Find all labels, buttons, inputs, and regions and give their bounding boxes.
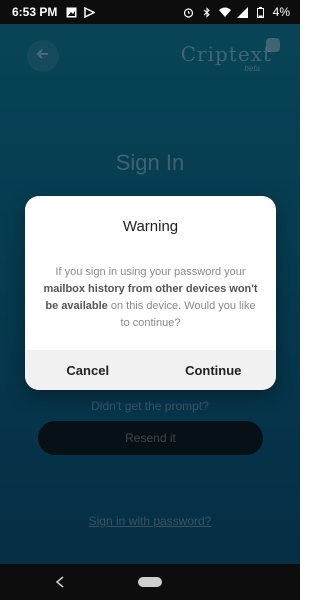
dialog-title: Warning — [122, 218, 179, 235]
wifi-icon — [218, 6, 231, 18]
status-time: 6:53 PM — [12, 5, 58, 19]
dialog-message-part-2: on this device. Would you like to contin… — [107, 300, 256, 329]
nav-back-icon[interactable] — [52, 574, 68, 590]
sign-in-screen: 6:53 PM 4% Criptext beta Sign In Didn't … — [0, 0, 300, 600]
dialog-message-part-1: If you sign in using your password your — [55, 266, 246, 278]
signal-icon — [237, 6, 249, 18]
battery-icon — [255, 6, 267, 18]
warning-dialog: Warning If you sign in using your passwo… — [25, 196, 276, 390]
alarm-icon — [183, 6, 195, 18]
nav-home-button[interactable] — [138, 577, 162, 587]
continue-button[interactable]: Continue — [151, 350, 277, 390]
navigation-bar — [0, 564, 300, 600]
dialog-message: If you sign in using your password your … — [43, 264, 258, 332]
flag-icon — [83, 6, 95, 18]
dialog-actions: Cancel Continue — [25, 350, 276, 390]
bluetooth-icon — [201, 6, 213, 18]
image-icon — [65, 6, 77, 18]
cancel-button[interactable]: Cancel — [25, 350, 151, 390]
battery-percent: 4% — [272, 5, 290, 19]
status-bar: 6:53 PM 4% — [0, 0, 300, 24]
